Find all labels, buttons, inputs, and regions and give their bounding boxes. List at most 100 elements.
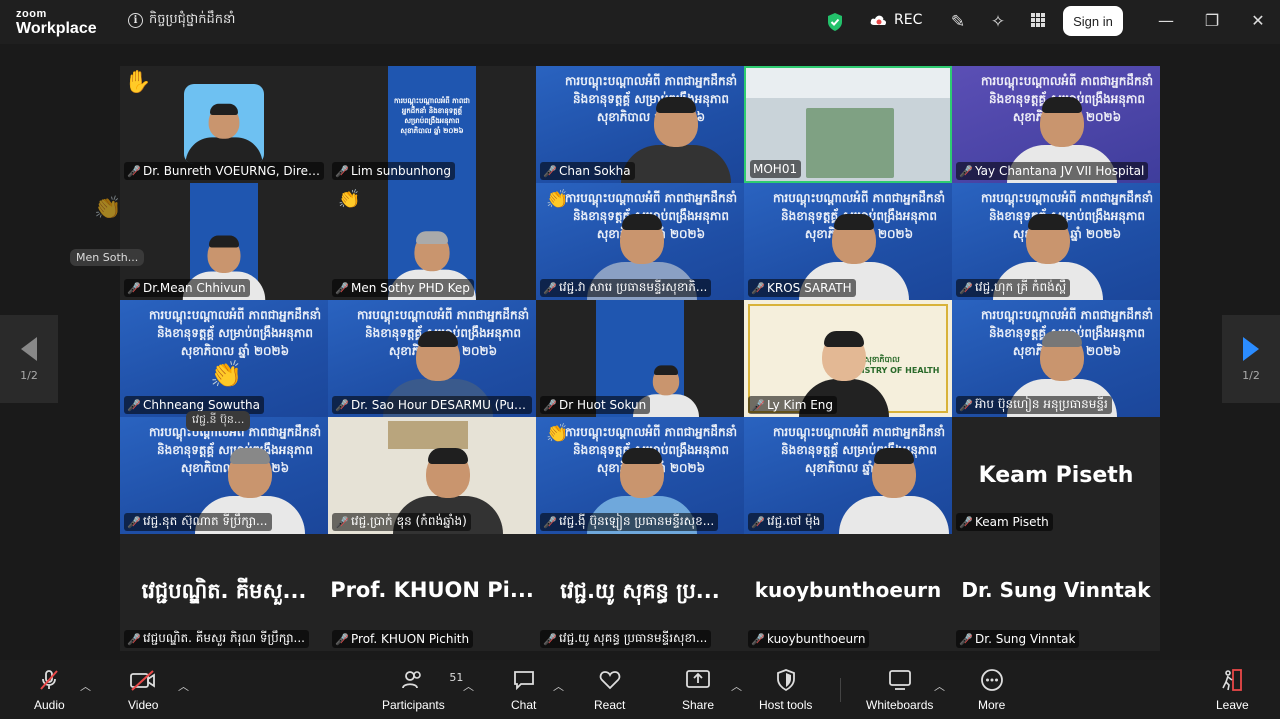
participant-name-label: 🎤̸ kuoybunthoeurn: [748, 630, 870, 648]
participant-name-label: 🎤̸ KROS SARATH: [748, 279, 856, 297]
video-tile[interactable]: ការបណ្តុះបណ្តាលអំពី ភាពជាអ្នកដឹកនាំ និងខ…: [744, 183, 952, 300]
portrait-frames: [388, 421, 468, 449]
video-tile[interactable]: 👏 🎤̸ Men Sothy PHD Kep: [328, 183, 536, 300]
video-tile[interactable]: ✋ 🎤̸ Dr. Bunreth VOEURNG, Directo...: [120, 66, 328, 183]
chevron-right-icon: [1243, 336, 1259, 361]
share-screen-icon: [685, 668, 711, 692]
clapping-hand-icon: 👏: [210, 360, 243, 390]
video-tile[interactable]: ការបណ្តុះបណ្តាលអំពី ភាពជាអ្នកដឹកនាំ និងខ…: [536, 183, 744, 300]
video-tile[interactable]: ក្រសួងសុខាភិបាល MINISTRY OF HEALTH 🎤̸ Ly …: [744, 300, 952, 417]
video-tile[interactable]: ការបណ្តុះបណ្តាលអំពី ភាពជាអ្នកដឹកនាំ និងខ…: [952, 183, 1160, 300]
magic-wand-icon[interactable]: ✎: [948, 12, 968, 32]
video-tile-no-video[interactable]: kuoybunthoeurn 🎤̸ kuoybunthoeurn: [744, 534, 952, 651]
clapping-hand-icon: 👏: [546, 423, 569, 444]
video-tile[interactable]: ការបណ្តុះបណ្តាលអំពី ភាពជាអ្នកដឹកនាំ និងខ…: [536, 417, 744, 534]
participant-name-label: 🎤̸ Men Sothy PHD Kep: [332, 279, 474, 297]
mic-muted-icon: 🎤̸: [959, 164, 973, 178]
cloud-record-icon: [870, 15, 887, 25]
video-tile[interactable]: ការបណ្តុះបណ្តាលអំពី ភាពជាអ្នកដឹកនាំ និងខ…: [744, 417, 952, 534]
video-tile[interactable]: 🎤̸ វេជ្ជ.ប្រាក់ ឌុន (កំពង់ឆ្នាំង): [328, 417, 536, 534]
video-tile[interactable]: ការបណ្តុះបណ្តាលអំពី ភាពជាអ្នកដឹកនាំ និងខ…: [952, 300, 1160, 417]
participant-display-name: វេជ្ជបណ្ឌិត. គីមសួ...: [141, 579, 307, 603]
apps-grid-icon[interactable]: [1028, 12, 1048, 32]
audio-label: Audio: [34, 698, 65, 712]
page-indicator-left: 1/2: [20, 368, 38, 382]
mic-muted-icon: 🎤̸: [751, 281, 765, 295]
participants-icon: 51: [401, 668, 463, 692]
next-page-button[interactable]: 1/2: [1222, 315, 1280, 403]
participant-display-name: kuoybunthoeurn: [754, 578, 942, 602]
share-options-caret-icon[interactable]: ︿: [731, 678, 742, 694]
participant-name-label: 🎤̸ Dr.Mean Chhivun: [124, 279, 250, 297]
participant-display-name: វេជ្ជ.យូ សុគន្ធ ប្រ...: [560, 579, 720, 603]
mic-muted-icon: [37, 668, 61, 692]
toolbar-divider: [840, 678, 841, 702]
participant-name-label: 🎤̸ វេជ្ជ.វា សារេ ប្រធានមន្ទីរសុខាភិ...: [540, 279, 712, 297]
participant-name-label: 🎤̸ Yay Chantana JV VII Hospital: [956, 162, 1149, 180]
mic-muted-icon: 🎤̸: [751, 398, 765, 412]
participant-display-name: Prof. KHUON Pi...: [330, 578, 534, 602]
video-tile-no-video[interactable]: Dr. Sung Vinntak 🎤̸ Dr. Sung Vinntak: [952, 534, 1160, 651]
participant-name-label: 🎤̸ Dr. Bunreth VOEURNG, Directo...: [124, 162, 324, 180]
minimize-icon[interactable]: —: [1156, 11, 1176, 31]
host-tools-button[interactable]: Host tools: [759, 668, 812, 712]
participants-options-caret-icon[interactable]: ︿: [463, 678, 474, 694]
encryption-shield-icon[interactable]: [826, 12, 844, 32]
whiteboards-button[interactable]: Whiteboards: [866, 668, 933, 712]
video-tile-no-video[interactable]: វេជ្ជ.យូ សុគន្ធ ប្រ... 🎤̸ វេជ្ជ.យូ សុគន្ធ…: [536, 534, 744, 651]
participant-overlay-chip: វេជ្ជ.នី ប៊ុន...: [186, 411, 251, 431]
mic-muted-icon: 🎤̸: [543, 164, 557, 178]
prev-page-button[interactable]: 1/2: [0, 315, 58, 403]
meeting-title: កិច្ចប្រជុំថ្នាក់ដឹកនាំ: [149, 12, 236, 27]
sign-in-button[interactable]: Sign in: [1063, 6, 1123, 36]
mic-muted-icon: 🎤̸: [751, 632, 765, 646]
chat-button[interactable]: Chat: [511, 668, 536, 712]
info-icon[interactable]: i: [128, 13, 143, 28]
shield-icon: [774, 668, 798, 692]
video-tile[interactable]: ការបណ្តុះបណ្តាលអំពី ភាពជាអ្នកដឹកនាំ និងខ…: [120, 417, 328, 534]
video-tile[interactable]: 🎤̸ Dr Huot Sokun: [536, 300, 744, 417]
meeting-controls-toolbar: Audio ︿ Video ︿ 51 Participants ︿ Chat ︿…: [0, 660, 1280, 719]
close-icon[interactable]: ✕: [1248, 11, 1268, 31]
audio-options-caret-icon[interactable]: ︿: [80, 678, 91, 694]
share-button[interactable]: Share: [682, 668, 714, 712]
video-tile-no-video[interactable]: វេជ្ជបណ្ឌិត. គីមសួ... 🎤̸ វេជ្ជបណ្ឌិត. គីម…: [120, 534, 328, 651]
video-tile[interactable]: 🎤̸ Dr.Mean Chhivun: [120, 183, 328, 300]
video-tile-active-speaker[interactable]: MOH01: [744, 66, 952, 183]
video-tile[interactable]: ការបណ្តុះបណ្តាលអំពី ភាពជាអ្នកដឹកនាំ និងខ…: [536, 66, 744, 183]
mic-muted-icon: 🎤̸: [959, 281, 973, 295]
video-tile[interactable]: ការបណ្តុះបណ្តាលអំពី ភាពជាអ្នកដឹកនាំ និងខ…: [120, 300, 328, 417]
mic-muted-icon: 🎤̸: [127, 398, 141, 412]
participant-name-label: 🎤̸ វេជ្ជ.ចៅ ម៉ុង: [748, 513, 825, 531]
more-button[interactable]: More: [978, 668, 1005, 712]
participant-name-label: 🎤̸ វេជ្ជបណ្ឌិត. គីមសួរ ភិរុណ ទីប្រឹក្សា..…: [124, 630, 309, 648]
video-button[interactable]: Video: [128, 668, 158, 712]
react-button[interactable]: React: [594, 668, 625, 712]
leave-button[interactable]: Leave: [1216, 668, 1249, 712]
video-tile-no-video[interactable]: Keam Piseth 🎤̸ Keam Piseth: [952, 417, 1160, 534]
mic-muted-icon: 🎤̸: [127, 515, 141, 529]
whiteboards-options-caret-icon[interactable]: ︿: [934, 678, 945, 694]
restore-window-icon[interactable]: ❐: [1202, 11, 1222, 31]
chevron-left-icon: [21, 336, 37, 361]
meeting-info[interactable]: i កិច្ចប្រជុំថ្នាក់ដឹកនាំ: [128, 11, 235, 30]
video-tile[interactable]: ការបណ្តុះបណ្តាលអំពី ភាពជាអ្នកដឹកនាំ និងខ…: [328, 300, 536, 417]
video-tile[interactable]: ការបណ្តុះបណ្តាលអំពី ភាពជាអ្នកដឹកនាំ និងខ…: [952, 66, 1160, 183]
ai-companion-icon[interactable]: ✧: [988, 12, 1008, 32]
record-button[interactable]: REC: [870, 12, 922, 28]
participants-button[interactable]: 51 Participants: [382, 668, 463, 712]
participant-name-label: 🎤̸ វេជ្ជ.យូ សុគន្ធ ប្រធានមន្ទីរសុខា...: [540, 630, 712, 648]
participant-name-label: 🎤̸ Keam Piseth: [956, 513, 1053, 531]
video-tile-no-video[interactable]: Prof. KHUON Pi... 🎤̸ Prof. KHUON Pichith: [328, 534, 536, 651]
participant-display-name: Dr. Sung Vinntak: [961, 578, 1151, 602]
mic-muted-icon: 🎤̸: [959, 398, 973, 412]
mic-muted-icon: 🎤̸: [751, 515, 765, 529]
video-tile[interactable]: ការបណ្តុះបណ្តាលអំពី ភាពជាអ្នកដឹកនាំ និងខ…: [328, 66, 536, 183]
audio-button[interactable]: Audio: [34, 668, 65, 712]
video-label: Video: [128, 698, 159, 712]
profile-photo: [184, 84, 264, 164]
more-label: More: [978, 698, 1006, 712]
chat-options-caret-icon[interactable]: ︿: [553, 678, 564, 694]
video-options-caret-icon[interactable]: ︿: [178, 678, 189, 694]
logo-zoom-text: zoom: [16, 8, 47, 20]
